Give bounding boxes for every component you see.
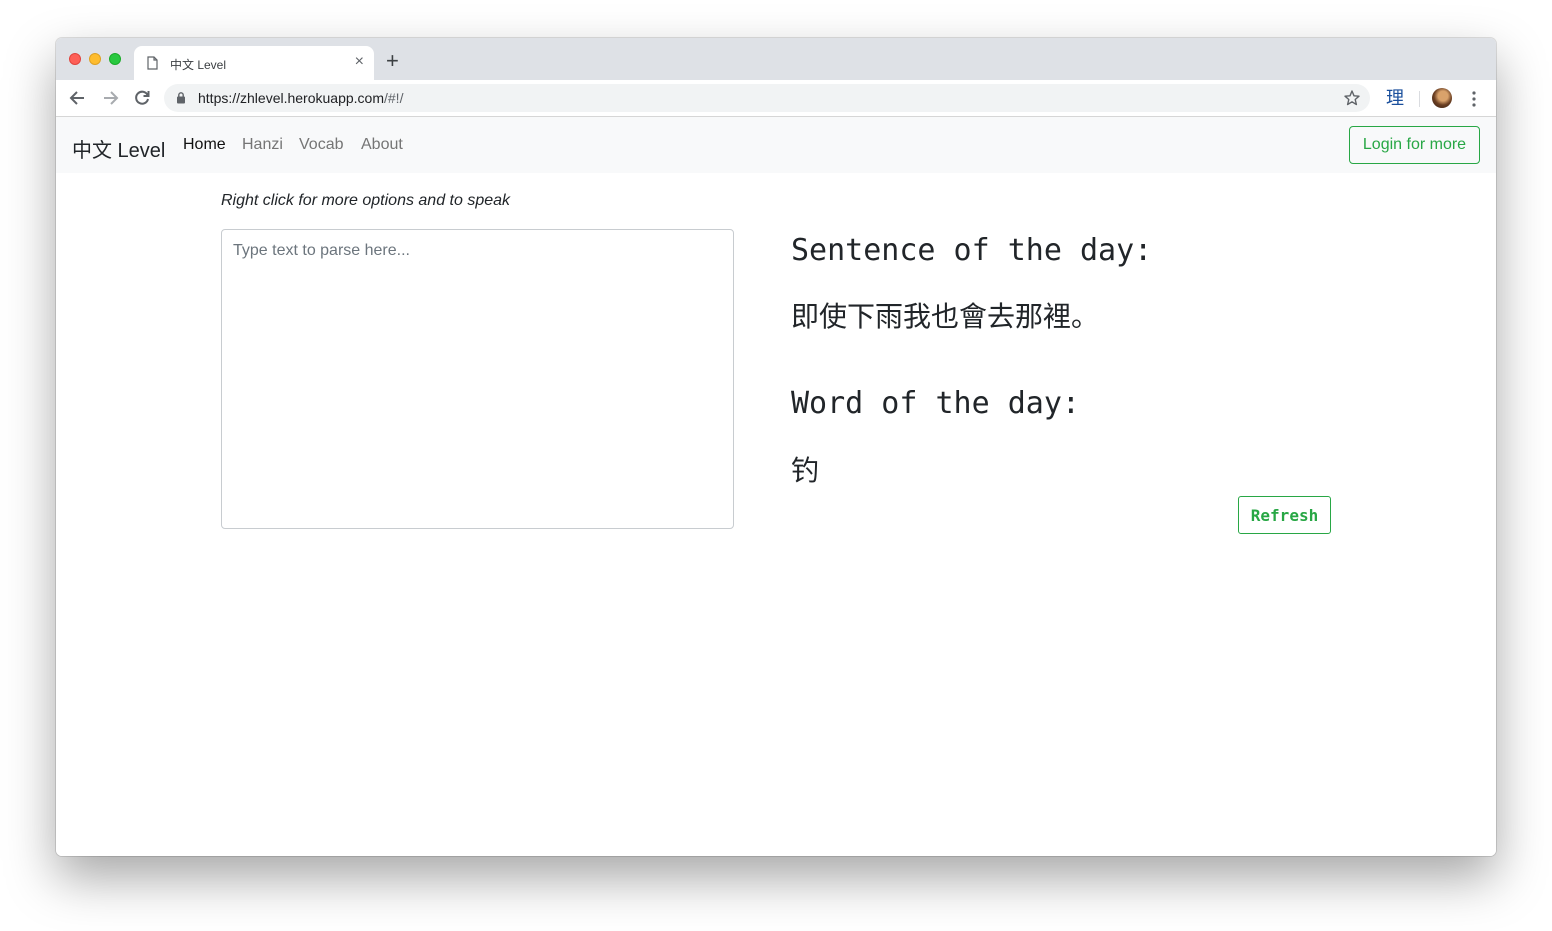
url-host: https://zhlevel.herokuapp.com: [198, 90, 384, 106]
browser-tab[interactable]: 中文 Level ×: [134, 46, 374, 80]
parse-text-input[interactable]: [221, 229, 734, 529]
browser-toolbar: https://zhlevel.herokuapp.com/#!/ 理: [56, 80, 1496, 117]
back-arrow-icon[interactable]: [68, 88, 88, 108]
extension-icon[interactable]: 理: [1386, 88, 1404, 108]
new-tab-button[interactable]: +: [386, 50, 399, 72]
login-button[interactable]: Login for more: [1349, 126, 1480, 164]
tab-close-icon[interactable]: ×: [355, 52, 364, 72]
usage-hint: Right click for more options and to spea…: [221, 192, 511, 209]
document-icon: [147, 56, 158, 70]
tab-strip: 中文 Level × +: [56, 38, 1496, 80]
site-navbar: 中文 Level Home Hanzi Vocab About Login fo…: [56, 117, 1496, 173]
nav-link-home[interactable]: Home: [183, 136, 226, 154]
forward-arrow-icon[interactable]: [100, 88, 120, 108]
profile-avatar[interactable]: [1432, 88, 1452, 108]
browser-window: 中文 Level × + https://zhlevel.herokuapp.c…: [56, 38, 1496, 856]
site-brand[interactable]: 中文 Level: [72, 134, 165, 163]
word-of-day-heading: Word of the day:: [791, 386, 1080, 421]
minimize-window-button[interactable]: [89, 53, 101, 65]
nav-link-hanzi[interactable]: Hanzi: [242, 136, 283, 154]
lock-icon: [177, 92, 185, 104]
bookmark-star-icon[interactable]: [1343, 89, 1361, 107]
nav-link-about[interactable]: About: [361, 136, 403, 154]
tab-title: 中文 Level: [170, 58, 227, 72]
url-path: /#!/: [384, 90, 404, 106]
more-menu-icon[interactable]: [1468, 89, 1480, 109]
page-content: 中文 Level Home Hanzi Vocab About Login fo…: [56, 117, 1496, 856]
maximize-window-button[interactable]: [109, 53, 121, 65]
sentence-of-day: 即使下雨我也會去那裡。: [791, 300, 1100, 333]
reload-icon[interactable]: [132, 88, 152, 108]
word-of-day: 钓: [791, 454, 820, 487]
url-text: https://zhlevel.herokuapp.com/#!/: [198, 90, 403, 106]
nav-link-vocab[interactable]: Vocab: [299, 136, 343, 154]
sentence-of-day-heading: Sentence of the day:: [791, 233, 1153, 268]
close-window-button[interactable]: [69, 53, 81, 65]
refresh-button[interactable]: Refresh: [1238, 496, 1331, 534]
toolbar-divider: [1419, 91, 1420, 107]
address-bar[interactable]: https://zhlevel.herokuapp.com/#!/: [164, 84, 1370, 112]
